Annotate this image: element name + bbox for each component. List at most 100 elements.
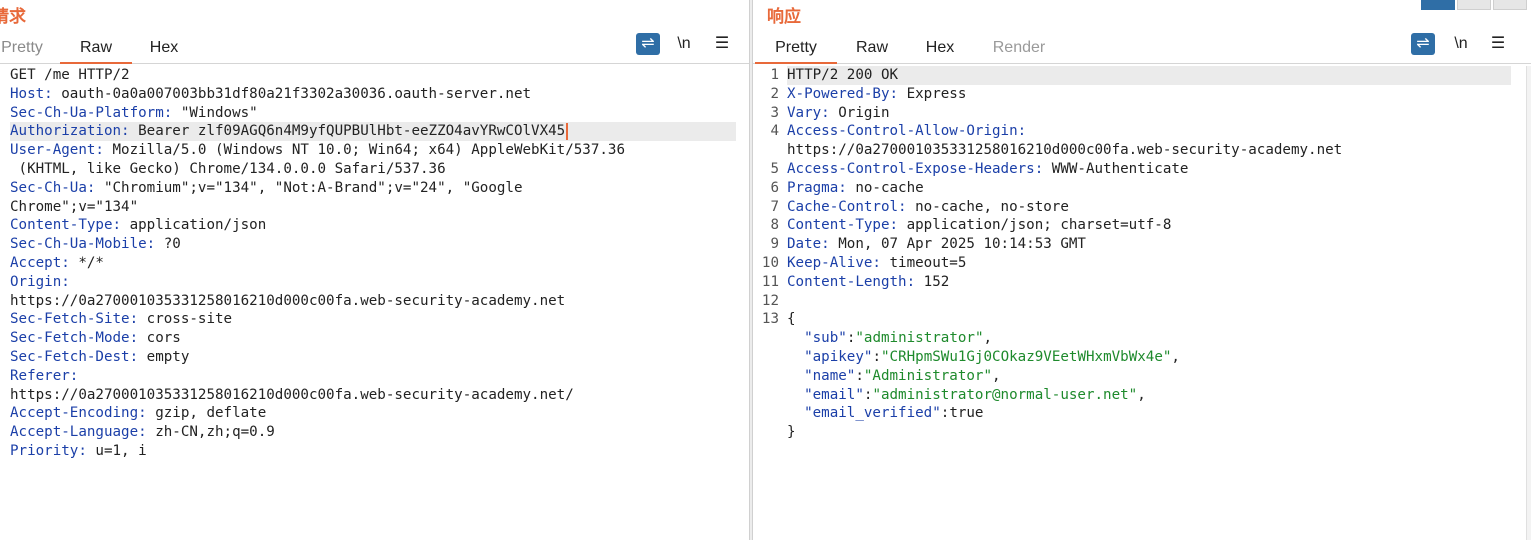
tab-raw[interactable]: Raw: [841, 36, 903, 64]
vertical-scrollbar[interactable]: [1526, 66, 1531, 540]
code-line: "sub":"administrator",: [804, 330, 993, 347]
header-name: Access-Control-Allow-Origin:: [787, 123, 1027, 140]
code-line: Chrome";v="134": [10, 198, 736, 217]
header-name: Date:: [787, 236, 830, 253]
json-key: "apikey": [804, 348, 873, 365]
text-cursor: [566, 122, 569, 140]
header-value: https://0a270001035331258016210d000c00fa…: [10, 292, 566, 309]
header-name: Origin:: [10, 273, 70, 290]
header-value: application/json: [121, 217, 267, 234]
json-key: "sub": [804, 330, 847, 347]
code-line: https://0a270001035331258016210d000c00fa…: [10, 292, 736, 311]
line-number: 9: [770, 236, 779, 253]
code-line: Keep-Alive: timeout=5: [787, 254, 1511, 273]
header-value: no-cache: [846, 179, 924, 196]
header-name: Content-Length:: [787, 273, 916, 290]
code-line: Host: oauth-0a0a007003bb31df80a21f3302a3…: [10, 85, 736, 104]
json-value: "Administrator": [863, 367, 993, 384]
header-value: "Chromium";v="134", "Not:A-Brand";v="24"…: [95, 179, 523, 196]
layout-tabs-button[interactable]: [1493, 0, 1527, 10]
line-number: [753, 423, 779, 442]
header-name: Vary:: [787, 104, 830, 121]
header-value: HTTP/2 200 OK: [787, 67, 899, 83]
header-name: Sec-Fetch-Dest:: [10, 348, 139, 365]
request-title: 请求: [0, 7, 26, 27]
code-line: "apikey":"CRHpmSWu1Gj0COkaz9VEetWHxmVbWx…: [804, 348, 1180, 365]
newline-toggle-icon[interactable]: \n: [672, 33, 696, 55]
json-value: "administrator@normal-user.net": [872, 386, 1138, 403]
header-name: Authorization:: [10, 123, 130, 140]
line-number: 3: [770, 104, 779, 121]
header-value: Origin: [829, 104, 890, 121]
tab-render[interactable]: Render: [983, 36, 1055, 64]
menu-icon[interactable]: ☰: [1486, 33, 1510, 55]
header-value: WWW-Authenticate: [1043, 160, 1189, 177]
code-line: Sec-Fetch-Dest: empty: [10, 348, 736, 367]
header-value: Chrome";v="134": [10, 198, 139, 215]
header-value: u=1, i: [86, 442, 147, 459]
code-line: Date: Mon, 07 Apr 2025 10:14:53 GMT: [787, 235, 1511, 254]
tab-hex[interactable]: Hex: [913, 36, 967, 64]
header-value: no-cache, no-store: [906, 198, 1069, 215]
tab-hex[interactable]: Hex: [136, 36, 192, 64]
header-value: timeout=5: [880, 254, 967, 271]
header-value: cors: [138, 330, 181, 347]
header-value: Mozilla/5.0 (Windows NT 10.0; Win64; x64…: [103, 142, 626, 159]
code-line: Priority: u=1, i: [10, 442, 736, 461]
line-number: 13: [761, 311, 779, 328]
header-name: X-Powered-By:: [787, 85, 899, 102]
header-name: Sec-Fetch-Site:: [10, 311, 139, 328]
code-line: "name":"Administrator",: [804, 367, 1001, 384]
line-number: 12: [761, 292, 779, 309]
code-line: Access-Control-Allow-Origin:: [787, 122, 1511, 141]
header-name: Sec-Ch-Ua-Platform:: [10, 104, 173, 121]
code-line: Vary: Origin: [787, 104, 1511, 123]
code-line: Authorization: Bearer zlf09AGQ6n4M9yfQUP…: [10, 122, 736, 142]
word-wrap-icon[interactable]: ⇌: [636, 33, 660, 55]
response-title: 响应: [767, 7, 801, 27]
menu-icon[interactable]: ☰: [710, 33, 734, 55]
code-line: Accept-Encoding: gzip, deflate: [10, 404, 736, 423]
header-value: application/json; charset=utf-8: [898, 217, 1172, 234]
code-line: Cache-Control: no-cache, no-store: [787, 198, 1511, 217]
code-line: Origin:: [10, 273, 736, 292]
tab-pretty[interactable]: Pretty: [0, 36, 48, 64]
header-value: oauth-0a0a007003bb31df80a21f3302a30036.o…: [52, 85, 532, 102]
header-value: */*: [69, 254, 104, 271]
header-name: Pragma:: [787, 179, 847, 196]
tab-raw[interactable]: Raw: [60, 36, 132, 64]
header-name: Priority:: [10, 442, 87, 459]
header-value: (KHTML, like Gecko) Chrome/134.0.0.0 Saf…: [10, 160, 446, 177]
header-value: Express: [898, 85, 967, 102]
code-line: Content-Length: 152: [787, 273, 1511, 292]
tab-pretty[interactable]: Pretty: [755, 36, 837, 64]
word-wrap-icon[interactable]: ⇌: [1411, 33, 1435, 55]
line-number-gutter: 1 2 3 4 5 6 7 8 9 10 11 12 13: [753, 66, 779, 442]
response-editor[interactable]: HTTP/2 200 OK X-Powered-By: Express Vary: …: [787, 66, 1511, 442]
code-line: "email":"administrator@normal-user.net",: [804, 386, 1146, 403]
layout-horizontal-button[interactable]: [1457, 0, 1491, 10]
header-name: Sec-Ch-Ua-Mobile:: [10, 236, 156, 253]
line-number: [753, 348, 779, 367]
line-number: [753, 404, 779, 423]
header-name: Accept-Encoding:: [10, 405, 147, 422]
newline-toggle-icon[interactable]: \n: [1449, 33, 1473, 55]
code-line: Referer:: [10, 367, 736, 386]
code-line: Pragma: no-cache: [787, 179, 1511, 198]
code-line: HTTP/2 200 OK: [787, 66, 1511, 85]
layout-switcher: [1419, 0, 1527, 10]
header-value: empty: [138, 348, 190, 365]
code-line: User-Agent: Mozilla/5.0 (Windows NT 10.0…: [10, 141, 736, 160]
header-value: zh-CN,zh;q=0.9: [146, 424, 275, 441]
json-value: "administrator": [855, 330, 984, 347]
code-line: GET /me HTTP/2: [10, 66, 736, 85]
json-key: "name": [804, 367, 856, 384]
line-number: [753, 141, 779, 160]
line-number: 8: [770, 217, 779, 234]
layout-side-by-side-button[interactable]: [1421, 0, 1455, 10]
json-key: "email_verified": [804, 405, 941, 422]
request-editor[interactable]: GET /me HTTP/2 Host: oauth-0a0a007003bb31…: [10, 66, 736, 461]
header-name: Cache-Control:: [787, 198, 907, 215]
header-name: Host:: [10, 85, 53, 102]
